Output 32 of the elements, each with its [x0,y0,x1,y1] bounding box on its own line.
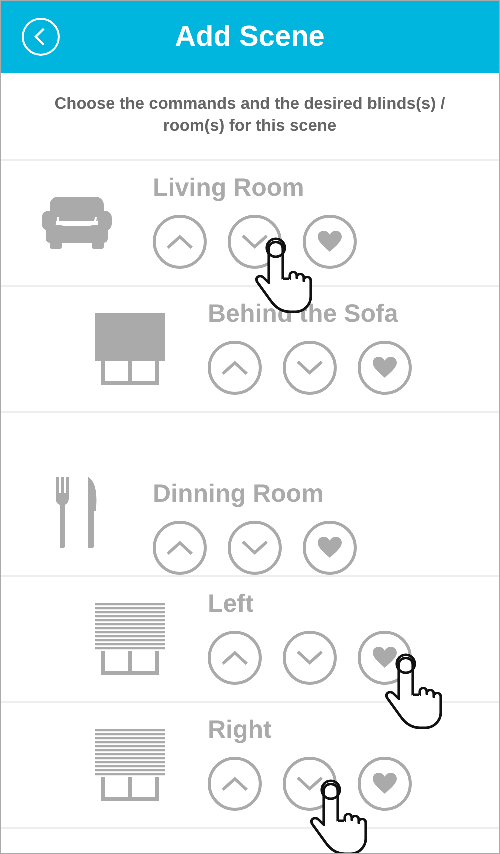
room-name: Dinning Room [153,479,325,509]
chevron-down-icon [295,775,325,793]
raise-button[interactable] [208,757,262,811]
blind-icon [95,729,165,801]
heart-icon [318,231,342,253]
heart-icon [318,537,342,559]
chevron-up-icon [220,775,250,793]
heart-icon [373,773,397,795]
armchair-icon [42,197,112,249]
hand-pointer-icon [384,653,444,731]
room-name: Living Room [153,173,306,203]
back-button[interactable] [22,18,60,56]
blind-icon [95,603,165,675]
chevron-down-icon [295,649,325,667]
blind-icon [95,313,165,385]
chevron-up-icon [220,649,250,667]
raise-button[interactable] [208,631,262,685]
raise-button[interactable] [153,521,207,575]
room-name: Right [208,715,273,745]
screen-title: Add Scene [175,20,325,54]
chevron-up-icon [165,539,195,557]
chevron-down-icon [295,359,325,377]
raise-button[interactable] [208,341,262,395]
chevron-up-icon [165,233,195,251]
heart-icon [373,647,397,669]
raise-button[interactable] [153,215,207,269]
instructions-text: Choose the commands and the desired blinds(s) / room(s) for this scene [1,73,499,161]
heart-icon [373,357,397,379]
chevron-down-icon [240,539,270,557]
chevron-up-icon [220,359,250,377]
room-name: Left [208,589,255,619]
chevron-down-icon [240,233,270,251]
